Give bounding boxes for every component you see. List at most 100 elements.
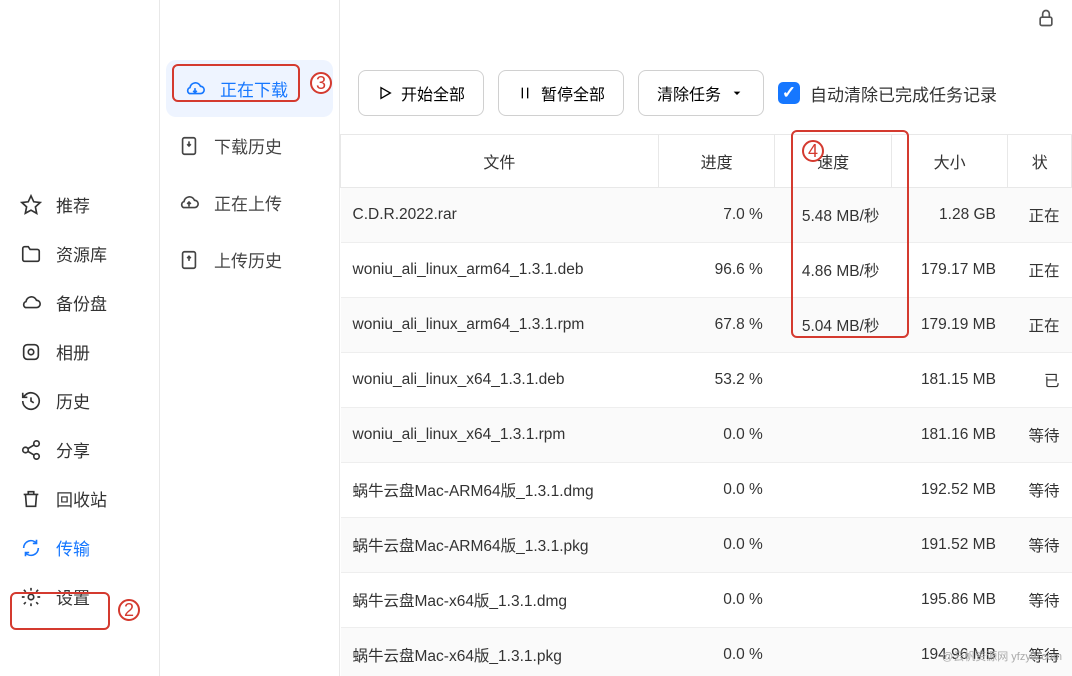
toolbar: 开始全部 暂停全部 清除任务 ✓ 自动清除已完成任务记录 bbox=[340, 60, 1072, 134]
col-speed[interactable]: 速度 bbox=[775, 135, 892, 188]
share-icon bbox=[20, 439, 42, 461]
table-row[interactable]: woniu_ali_linux_arm64_1.3.1.deb 96.6 % 4… bbox=[341, 243, 1072, 298]
col-file[interactable]: 文件 bbox=[341, 135, 659, 188]
upload-history-icon bbox=[178, 249, 200, 271]
trash-icon bbox=[20, 488, 42, 510]
cell-size: 181.16 MB bbox=[891, 408, 1008, 463]
clear-tasks-button[interactable]: 清除任务 bbox=[638, 70, 764, 116]
nav-label: 备份盘 bbox=[56, 290, 107, 315]
lock-icon[interactable] bbox=[1036, 8, 1056, 28]
chevron-down-icon bbox=[729, 85, 745, 101]
cell-status: 正在 bbox=[1008, 298, 1072, 353]
sidebar-main: 推荐 资源库 备份盘 相册 历史 分享 回收站 传输 bbox=[0, 0, 160, 676]
start-all-button[interactable]: 开始全部 bbox=[358, 70, 484, 116]
col-status[interactable]: 状 bbox=[1008, 135, 1072, 188]
cell-file: woniu_ali_linux_x64_1.3.1.deb bbox=[341, 353, 659, 408]
folder-icon bbox=[20, 243, 42, 265]
subnav-uploading[interactable]: 正在上传 bbox=[160, 174, 339, 231]
nav-label: 历史 bbox=[56, 388, 90, 413]
cell-status: 等待 bbox=[1008, 408, 1072, 463]
col-size[interactable]: 大小 bbox=[891, 135, 1008, 188]
cell-file: woniu_ali_linux_arm64_1.3.1.deb bbox=[341, 243, 659, 298]
table-row[interactable]: woniu_ali_linux_arm64_1.3.1.rpm 67.8 % 5… bbox=[341, 298, 1072, 353]
table-row[interactable]: 蜗牛云盘Mac-ARM64版_1.3.1.pkg 0.0 % 191.52 MB… bbox=[341, 518, 1072, 573]
cell-progress: 0.0 % bbox=[658, 463, 775, 518]
cell-progress: 53.2 % bbox=[658, 353, 775, 408]
download-table: 文件 进度 速度 大小 状 C.D.R.2022.rar 7.0 % 5.48 … bbox=[340, 134, 1072, 676]
cell-speed bbox=[775, 408, 892, 463]
cell-speed: 5.04 MB/秒 bbox=[775, 298, 892, 353]
watermark: @云帆资源网 yfzyw.com bbox=[942, 648, 1062, 664]
pause-icon bbox=[517, 85, 533, 101]
auto-clear-toggle[interactable]: ✓ 自动清除已完成任务记录 bbox=[778, 81, 997, 106]
cell-speed bbox=[775, 573, 892, 628]
nav-recommend[interactable]: 推荐 bbox=[0, 180, 159, 229]
nav-resource[interactable]: 资源库 bbox=[0, 229, 159, 278]
cell-file: woniu_ali_linux_x64_1.3.1.rpm bbox=[341, 408, 659, 463]
download-history-icon bbox=[178, 135, 200, 157]
cell-file: C.D.R.2022.rar bbox=[341, 188, 659, 243]
nav-label: 推荐 bbox=[56, 192, 90, 217]
cell-status: 等待 bbox=[1008, 518, 1072, 573]
subnav-downloading[interactable]: 正在下载 bbox=[166, 60, 333, 117]
cell-speed bbox=[775, 463, 892, 518]
sidebar-sub: 正在下载 下载历史 正在上传 上传历史 bbox=[160, 0, 340, 676]
nav-recycle[interactable]: 回收站 bbox=[0, 474, 159, 523]
nav-settings[interactable]: 设置 bbox=[0, 572, 159, 621]
cell-speed: 5.48 MB/秒 bbox=[775, 188, 892, 243]
subnav-label: 正在上传 bbox=[214, 190, 282, 215]
cell-status: 正在 bbox=[1008, 188, 1072, 243]
cell-speed bbox=[775, 353, 892, 408]
auto-clear-label: 自动清除已完成任务记录 bbox=[810, 81, 997, 106]
subnav-label: 下载历史 bbox=[214, 133, 282, 158]
subnav-download-history[interactable]: 下载历史 bbox=[160, 117, 339, 174]
nav-transfer[interactable]: 传输 bbox=[0, 523, 159, 572]
cell-speed bbox=[775, 518, 892, 573]
gear-icon bbox=[20, 586, 42, 608]
cell-size: 195.86 MB bbox=[891, 573, 1008, 628]
nav-backup[interactable]: 备份盘 bbox=[0, 278, 159, 327]
btn-label: 暂停全部 bbox=[541, 81, 605, 105]
cell-progress: 0.0 % bbox=[658, 573, 775, 628]
table-row[interactable]: woniu_ali_linux_x64_1.3.1.rpm 0.0 % 181.… bbox=[341, 408, 1072, 463]
subnav-label: 上传历史 bbox=[214, 247, 282, 272]
cell-progress: 0.0 % bbox=[658, 408, 775, 463]
table-row[interactable]: 蜗牛云盘Mac-x64版_1.3.1.dmg 0.0 % 195.86 MB 等… bbox=[341, 573, 1072, 628]
cell-progress: 67.8 % bbox=[658, 298, 775, 353]
cell-size: 191.52 MB bbox=[891, 518, 1008, 573]
subnav-label: 正在下载 bbox=[220, 76, 288, 101]
table-row[interactable]: 蜗牛云盘Mac-ARM64版_1.3.1.dmg 0.0 % 192.52 MB… bbox=[341, 463, 1072, 518]
star-icon bbox=[20, 194, 42, 216]
nav-label: 资源库 bbox=[56, 241, 107, 266]
table-row[interactable]: woniu_ali_linux_x64_1.3.1.deb 53.2 % 181… bbox=[341, 353, 1072, 408]
nav-label: 设置 bbox=[56, 584, 90, 609]
cell-status: 等待 bbox=[1008, 573, 1072, 628]
cell-size: 179.17 MB bbox=[891, 243, 1008, 298]
cell-status: 等待 bbox=[1008, 463, 1072, 518]
cloud-upload-icon bbox=[178, 192, 200, 214]
nav-share[interactable]: 分享 bbox=[0, 425, 159, 474]
cell-file: 蜗牛云盘Mac-ARM64版_1.3.1.pkg bbox=[341, 518, 659, 573]
play-icon bbox=[377, 85, 393, 101]
transfer-icon bbox=[20, 537, 42, 559]
main-content: 开始全部 暂停全部 清除任务 ✓ 自动清除已完成任务记录 文件 进度 速度 bbox=[340, 0, 1072, 676]
table-row[interactable]: C.D.R.2022.rar 7.0 % 5.48 MB/秒 1.28 GB 正… bbox=[341, 188, 1072, 243]
cell-file: 蜗牛云盘Mac-x64版_1.3.1.pkg bbox=[341, 628, 659, 676]
btn-label: 清除任务 bbox=[657, 81, 721, 105]
cloud-download-icon bbox=[184, 78, 206, 100]
cell-size: 181.15 MB bbox=[891, 353, 1008, 408]
checkbox-checked-icon: ✓ bbox=[778, 82, 800, 104]
nav-album[interactable]: 相册 bbox=[0, 327, 159, 376]
cell-status: 已 bbox=[1008, 353, 1072, 408]
cell-speed bbox=[775, 628, 892, 676]
nav-history[interactable]: 历史 bbox=[0, 376, 159, 425]
cell-file: 蜗牛云盘Mac-ARM64版_1.3.1.dmg bbox=[341, 463, 659, 518]
nav-label: 回收站 bbox=[56, 486, 107, 511]
cell-file: woniu_ali_linux_arm64_1.3.1.rpm bbox=[341, 298, 659, 353]
cell-file: 蜗牛云盘Mac-x64版_1.3.1.dmg bbox=[341, 573, 659, 628]
pause-all-button[interactable]: 暂停全部 bbox=[498, 70, 624, 116]
subnav-upload-history[interactable]: 上传历史 bbox=[160, 231, 339, 288]
col-progress[interactable]: 进度 bbox=[658, 135, 775, 188]
cell-speed: 4.86 MB/秒 bbox=[775, 243, 892, 298]
album-icon bbox=[20, 341, 42, 363]
